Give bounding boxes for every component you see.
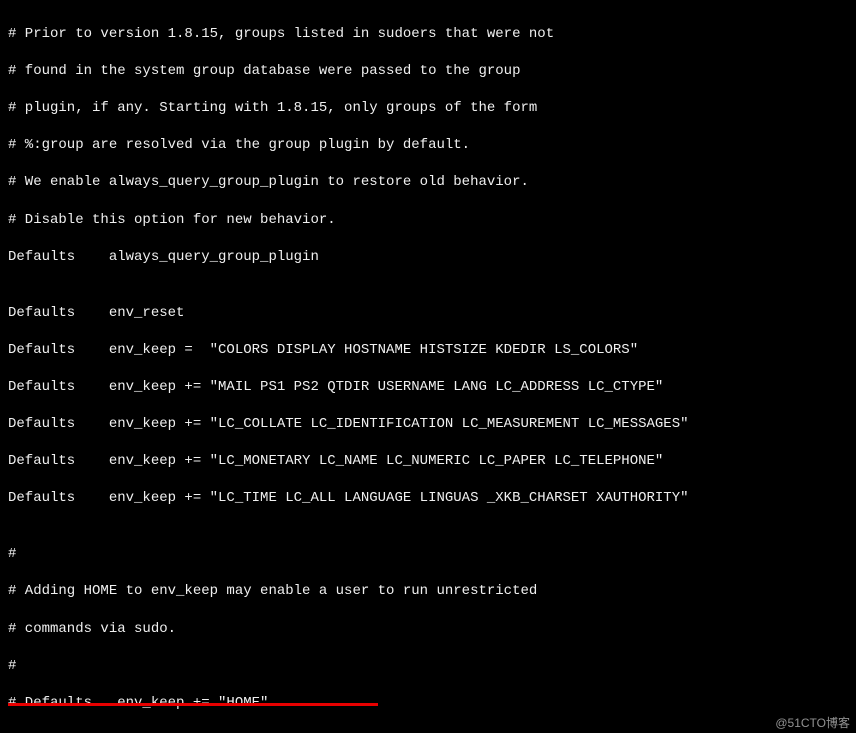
config-line: Defaults always_query_group_plugin: [8, 248, 848, 267]
config-line: Defaults env_keep += "MAIL PS1 PS2 QTDIR…: [8, 378, 848, 397]
config-line: # found in the system group database wer…: [8, 62, 848, 81]
config-line: Defaults env_keep += "LC_MONETARY LC_NAM…: [8, 452, 848, 471]
config-line: # plugin, if any. Starting with 1.8.15, …: [8, 99, 848, 118]
annotation-underline: [8, 703, 378, 706]
config-line: Defaults env_keep += "LC_TIME LC_ALL LAN…: [8, 489, 848, 508]
config-line: # Prior to version 1.8.15, groups listed…: [8, 25, 848, 44]
config-line: # We enable always_query_group_plugin to…: [8, 173, 848, 192]
config-line: # Adding HOME to env_keep may enable a u…: [8, 582, 848, 601]
config-line: # commands via sudo.: [8, 620, 848, 639]
terminal-editor[interactable]: # Prior to version 1.8.15, groups listed…: [0, 0, 856, 733]
config-line: #: [8, 657, 848, 676]
config-line: #: [8, 545, 848, 564]
config-line: # Disable this option for new behavior.: [8, 211, 848, 230]
config-line: # %:group are resolved via the group plu…: [8, 136, 848, 155]
watermark: @51CTO博客: [775, 714, 850, 731]
config-line: Defaults env_keep += "LC_COLLATE LC_IDEN…: [8, 415, 848, 434]
config-line: Defaults env_keep = "COLORS DISPLAY HOST…: [8, 341, 848, 360]
config-line: Defaults env_reset: [8, 304, 848, 323]
